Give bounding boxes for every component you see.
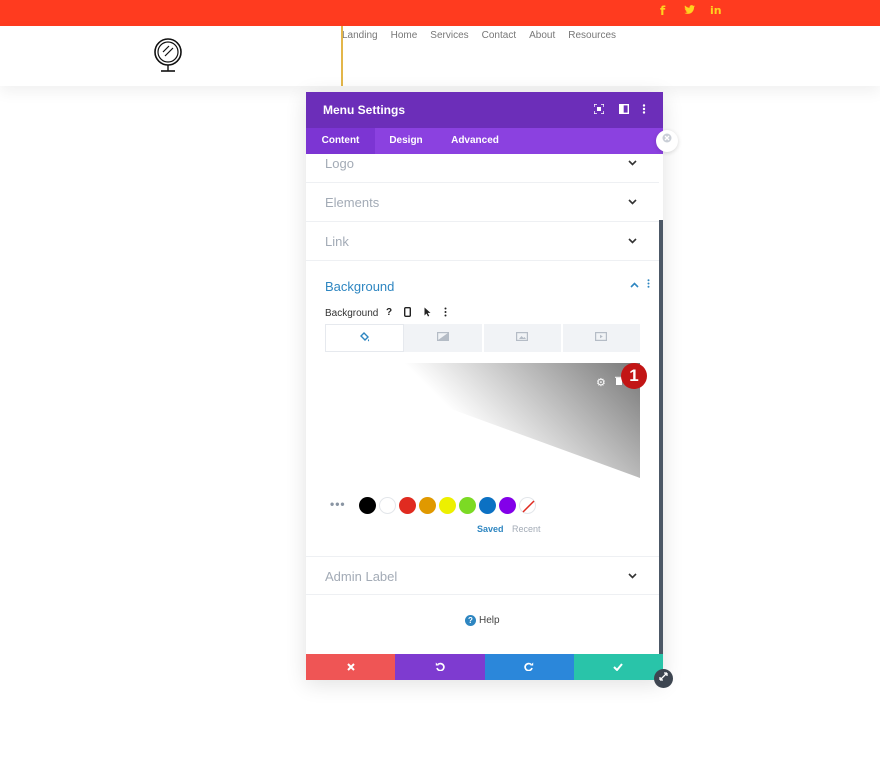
- color-fill-tab[interactable]: [325, 324, 405, 352]
- chevron-down-icon: [628, 236, 637, 247]
- image-icon: [516, 332, 529, 344]
- paint-bucket-icon: [359, 332, 370, 345]
- section-label: Logo: [325, 156, 354, 171]
- more-options-icon[interactable]: [642, 104, 646, 117]
- tab-content[interactable]: Content: [306, 128, 375, 154]
- help-circle-icon: ?: [465, 615, 476, 626]
- undo-icon: [435, 660, 445, 674]
- color-picker-area[interactable]: [325, 363, 640, 478]
- mobile-icon[interactable]: [403, 306, 411, 320]
- main-nav: Landing Home Services Contact About Reso…: [342, 30, 629, 41]
- save-button[interactable]: [573, 654, 663, 680]
- nav-item-resources[interactable]: Resources: [568, 30, 616, 41]
- background-type-tabs: [325, 324, 640, 352]
- swatch-white[interactable]: [379, 497, 396, 514]
- modal-footer: [306, 654, 663, 680]
- recent-tab[interactable]: Recent: [512, 524, 541, 534]
- redo-icon: [524, 660, 534, 674]
- more-swatches-icon[interactable]: •••: [330, 497, 346, 511]
- section-elements[interactable]: Elements: [306, 183, 659, 222]
- section-logo[interactable]: Logo: [306, 154, 659, 183]
- checkmark-icon: [613, 660, 624, 674]
- swatch-black[interactable]: [359, 497, 376, 514]
- swatch-green[interactable]: [459, 497, 476, 514]
- swatch-blue[interactable]: [479, 497, 496, 514]
- modal-header[interactable]: Menu Settings: [306, 92, 663, 128]
- fullscreen-icon[interactable]: [593, 103, 605, 117]
- video-tab[interactable]: [562, 324, 640, 352]
- swatch-orange[interactable]: [419, 497, 436, 514]
- step-number-badge: 1: [621, 363, 647, 389]
- chevron-down-icon: [628, 158, 637, 169]
- cancel-button[interactable]: [306, 654, 396, 680]
- hover-icon[interactable]: [424, 307, 431, 320]
- swatch-purple[interactable]: [499, 497, 516, 514]
- redo-button[interactable]: [484, 654, 574, 680]
- nav-item-home[interactable]: Home: [391, 30, 418, 41]
- scrollbar[interactable]: [659, 220, 663, 654]
- close-modal-icon[interactable]: [656, 130, 678, 152]
- gradient-tab[interactable]: [404, 324, 484, 352]
- swatch-red[interactable]: [399, 497, 416, 514]
- saved-tab[interactable]: Saved: [477, 524, 504, 534]
- help-link[interactable]: ? Help: [465, 615, 500, 626]
- nav-item-landing[interactable]: Landing: [342, 30, 378, 41]
- linkedin-icon[interactable]: in: [710, 4, 722, 17]
- text-cursor-line: [341, 26, 343, 86]
- section-admin-label[interactable]: Admin Label: [306, 556, 659, 595]
- gear-icon[interactable]: ⚙: [596, 376, 606, 389]
- tab-advanced[interactable]: Advanced: [437, 128, 513, 154]
- twitter-icon[interactable]: [684, 4, 695, 18]
- section-background-title[interactable]: Background: [325, 279, 394, 294]
- section-link[interactable]: Link: [306, 222, 659, 261]
- background-label: Background: [325, 308, 379, 319]
- color-swatches: [359, 497, 536, 514]
- top-bar: f in: [0, 0, 880, 26]
- chevron-up-icon[interactable]: [630, 280, 639, 291]
- help-icon[interactable]: ?: [386, 307, 392, 318]
- resize-handle-icon[interactable]: [654, 669, 673, 688]
- section-options-icon[interactable]: [647, 279, 650, 291]
- swatch-yellow[interactable]: [439, 497, 456, 514]
- section-label: Elements: [325, 195, 380, 210]
- menu-settings-modal: Menu Settings Content Design Advanced Lo…: [306, 92, 663, 680]
- chevron-down-icon: [628, 197, 637, 208]
- nav-item-about[interactable]: About: [529, 30, 555, 41]
- chevron-down-icon: [628, 571, 637, 582]
- video-icon: [595, 332, 608, 344]
- modal-tabs: Content Design Advanced: [306, 128, 663, 154]
- split-view-icon[interactable]: [618, 103, 630, 117]
- options-icon[interactable]: [444, 307, 447, 320]
- tab-design[interactable]: Design: [375, 128, 437, 154]
- modal-title: Menu Settings: [323, 103, 406, 117]
- nav-item-services[interactable]: Services: [430, 30, 468, 41]
- swatch-none-icon[interactable]: [519, 497, 536, 514]
- gradient-icon: [436, 332, 449, 344]
- undo-button[interactable]: [395, 654, 485, 680]
- image-tab[interactable]: [483, 324, 563, 352]
- close-icon: [346, 660, 355, 674]
- section-label: Link: [325, 234, 349, 249]
- section-label: Admin Label: [325, 569, 398, 584]
- facebook-icon[interactable]: f: [660, 4, 665, 18]
- help-label: Help: [479, 615, 500, 626]
- nav-item-contact[interactable]: Contact: [482, 30, 516, 41]
- mirror-logo-icon[interactable]: [152, 38, 184, 79]
